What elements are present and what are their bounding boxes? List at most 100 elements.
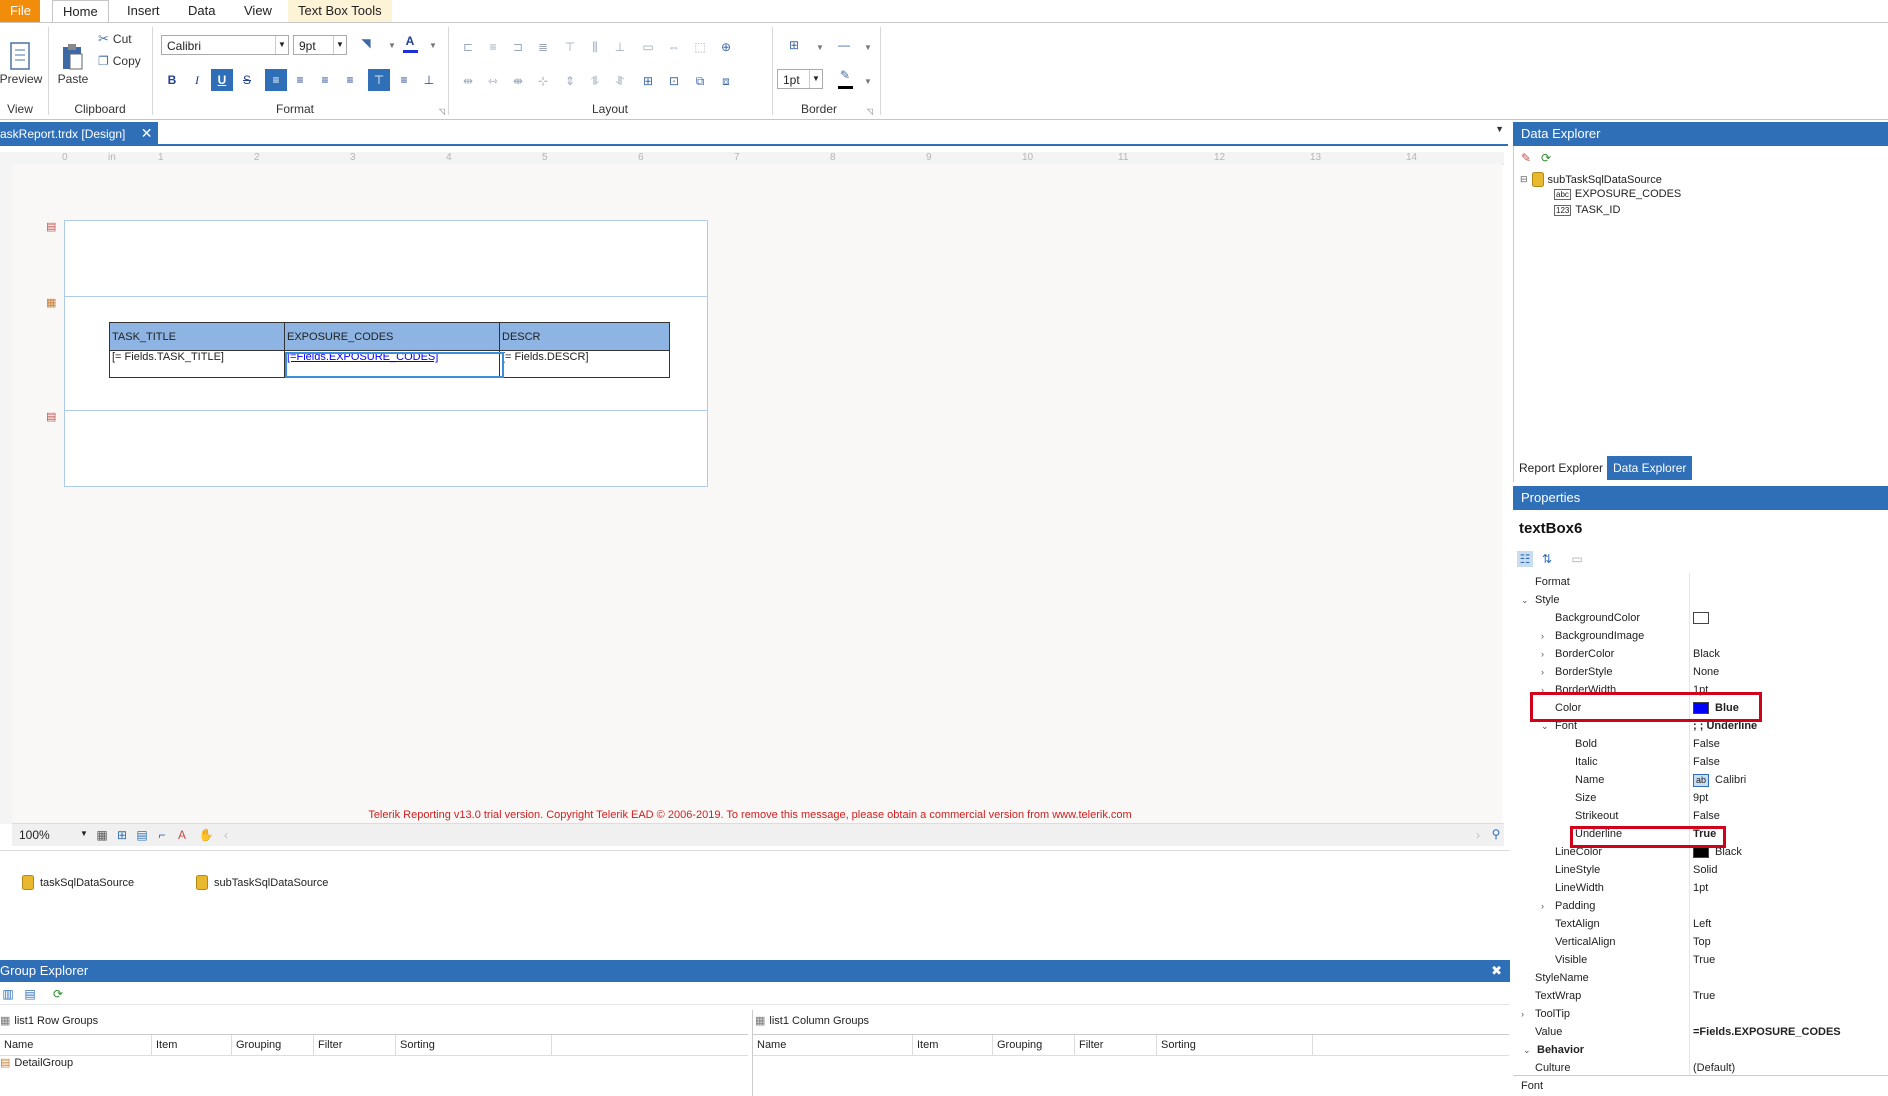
property-value[interactable]: True bbox=[1693, 987, 1715, 1005]
paste-button[interactable]: Paste bbox=[56, 29, 90, 99]
v-spacing-decrease-icon[interactable]: ⥯ bbox=[612, 73, 628, 89]
same-width-icon[interactable]: ⇔ bbox=[666, 39, 682, 55]
align-middle-icon[interactable]: ≡ bbox=[396, 72, 412, 88]
chevron-right-icon[interactable]: › bbox=[1541, 627, 1544, 645]
property-value[interactable]: False bbox=[1693, 753, 1720, 771]
bold-button[interactable]: B bbox=[164, 72, 180, 88]
table-cell[interactable]: [= Fields.TASK_TITLE] bbox=[109, 350, 285, 378]
property-grid[interactable]: Format ⌄ Style BackgroundColor › BackgroundIm… bbox=[1513, 573, 1888, 1075]
align-right-icon[interactable]: ≡ bbox=[317, 72, 333, 88]
property-value[interactable]: ab Calibri bbox=[1693, 771, 1746, 789]
v-spacing-increase-icon[interactable]: ⥮ bbox=[587, 73, 603, 89]
h-spacing-decrease-icon[interactable]: ⇼ bbox=[510, 73, 526, 89]
chevron-down-icon[interactable]: ▼ bbox=[425, 37, 441, 53]
chevron-right-icon[interactable]: › bbox=[1541, 663, 1544, 681]
chevron-right-icon[interactable]: › bbox=[1541, 645, 1544, 663]
italic-button[interactable]: I bbox=[189, 72, 205, 88]
property-row[interactable]: › ToolTip bbox=[1513, 1005, 1888, 1023]
text-tool-icon[interactable]: A bbox=[174, 827, 190, 843]
align-tops-icon[interactable]: ⊤ bbox=[562, 39, 578, 55]
data-source-item[interactable]: subTaskSqlDataSource bbox=[196, 875, 328, 890]
hand-tool-icon[interactable]: ✋ bbox=[198, 827, 214, 843]
property-value[interactable]: None bbox=[1693, 663, 1719, 681]
table-header-cell[interactable]: TASK_TITLE bbox=[109, 322, 285, 351]
chevron-right-icon[interactable]: › bbox=[1521, 1005, 1524, 1023]
property-row[interactable]: ⌄ Behavior bbox=[1513, 1041, 1888, 1059]
border-color-icon[interactable]: ✎ bbox=[837, 67, 853, 83]
scroll-right-icon[interactable]: › bbox=[1470, 827, 1486, 843]
property-value[interactable]: Left bbox=[1693, 915, 1711, 933]
align-bottom-icon[interactable]: ⊥ bbox=[421, 72, 437, 88]
bring-to-front-icon[interactable]: ⧉ bbox=[692, 73, 708, 89]
align-bottoms-icon[interactable]: ⊥ bbox=[612, 39, 628, 55]
column-header[interactable]: Name bbox=[0, 1035, 152, 1055]
page-footer-section[interactable] bbox=[64, 410, 708, 487]
column-header[interactable]: Item bbox=[152, 1035, 232, 1055]
property-row[interactable]: Culture (Default) bbox=[1513, 1059, 1888, 1075]
align-centers-icon[interactable]: ≡ bbox=[485, 39, 501, 55]
property-row[interactable]: Value =Fields.EXPOSURE_CODES bbox=[1513, 1023, 1888, 1041]
column-header[interactable]: Grouping bbox=[232, 1035, 314, 1055]
property-value[interactable]: Black bbox=[1693, 645, 1720, 663]
v-spacing-remove-icon[interactable]: ⊞ bbox=[640, 73, 656, 89]
align-left-icon[interactable]: ≡ bbox=[265, 69, 287, 91]
column-divider[interactable] bbox=[1689, 573, 1690, 1075]
h-spacing-increase-icon[interactable]: ⇿ bbox=[485, 73, 501, 89]
dialog-launcher-icon[interactable]: ◹ bbox=[862, 103, 878, 119]
property-row[interactable]: Bold False bbox=[1513, 735, 1888, 753]
property-value[interactable]: Top bbox=[1693, 933, 1711, 951]
watermarks-icon[interactable]: ▤ bbox=[134, 827, 150, 843]
table-header-cell[interactable]: EXPOSURE_CODES bbox=[284, 322, 500, 351]
property-row[interactable]: Format bbox=[1513, 573, 1888, 591]
table-header-cell[interactable]: DESCR bbox=[499, 322, 670, 351]
fill-color-icon[interactable]: ◥ bbox=[358, 35, 374, 51]
fit-to-contents-icon[interactable]: ⊡ bbox=[666, 73, 682, 89]
categorized-icon[interactable]: ☷ bbox=[1517, 551, 1533, 567]
alphabetical-sort-icon[interactable]: ⇅ bbox=[1539, 551, 1555, 567]
property-row[interactable]: Size 9pt bbox=[1513, 789, 1888, 807]
align-center-icon[interactable]: ≡ bbox=[292, 72, 308, 88]
border-width-combo[interactable]: 1pt ▼ bbox=[777, 69, 823, 89]
property-value[interactable]: False bbox=[1693, 807, 1720, 825]
align-rights-icon[interactable]: ⊐ bbox=[510, 39, 526, 55]
tab-text-box-tools[interactable]: Text Box Tools bbox=[288, 0, 392, 22]
align-to-grid-icon[interactable]: ≣ bbox=[535, 39, 551, 55]
font-name-combo[interactable]: Calibri ▼ bbox=[161, 35, 289, 55]
property-row[interactable]: Name ab Calibri bbox=[1513, 771, 1888, 789]
h-spacing-equal-icon[interactable]: ⇹ bbox=[460, 73, 476, 89]
copy-button[interactable]: ❐ Copy bbox=[98, 53, 141, 69]
tab-data-explorer[interactable]: Data Explorer bbox=[1607, 456, 1693, 480]
send-to-back-icon[interactable]: ⧈ bbox=[718, 73, 734, 89]
tab-insert[interactable]: Insert bbox=[117, 0, 170, 22]
grid-icon[interactable]: ▦ bbox=[94, 827, 110, 843]
refresh-icon[interactable]: ⟳ bbox=[1538, 150, 1554, 166]
tab-file[interactable]: File bbox=[0, 0, 40, 22]
tab-report-explorer[interactable]: Report Explorer bbox=[1513, 456, 1609, 480]
table-row[interactable]: ▤ DetailGroup bbox=[0, 1056, 73, 1070]
property-value[interactable]: Solid bbox=[1693, 861, 1717, 879]
cut-button[interactable]: ✂ Cut bbox=[98, 31, 132, 47]
chevron-right-icon[interactable]: › bbox=[1541, 897, 1544, 915]
property-row[interactable]: TextAlign Left bbox=[1513, 915, 1888, 933]
tree-node-field[interactable]: 123 TASK_ID bbox=[1554, 204, 1620, 216]
font-size-combo[interactable]: 9pt ▼ bbox=[293, 35, 347, 55]
borders-icon[interactable]: ⊞ bbox=[786, 37, 802, 53]
font-color-icon[interactable]: A bbox=[402, 33, 418, 49]
scroll-left-icon[interactable]: ‹ bbox=[218, 827, 234, 843]
property-value[interactable]: True bbox=[1693, 951, 1715, 969]
property-row[interactable]: Italic False bbox=[1513, 753, 1888, 771]
same-size-icon[interactable]: ⊕ bbox=[718, 39, 734, 55]
edit-datasource-icon[interactable]: ✎ bbox=[1518, 150, 1534, 166]
property-row[interactable]: › BorderColor Black bbox=[1513, 645, 1888, 663]
v-spacing-equal-icon[interactable]: ⇕ bbox=[562, 73, 578, 89]
column-header[interactable]: Sorting bbox=[1157, 1035, 1313, 1055]
tab-data[interactable]: Data bbox=[178, 0, 225, 22]
property-row[interactable]: StyleName bbox=[1513, 969, 1888, 987]
chevron-down-icon[interactable]: ▼ bbox=[812, 39, 828, 55]
strikethrough-button[interactable]: S bbox=[239, 72, 255, 88]
property-value[interactable]: 1pt bbox=[1693, 879, 1708, 897]
column-header[interactable]: Filter bbox=[1075, 1035, 1157, 1055]
zoom-combo[interactable]: 100% ▼ bbox=[14, 825, 90, 845]
property-row[interactable]: › Padding bbox=[1513, 897, 1888, 915]
same-height-icon[interactable]: ⬚ bbox=[692, 39, 708, 55]
